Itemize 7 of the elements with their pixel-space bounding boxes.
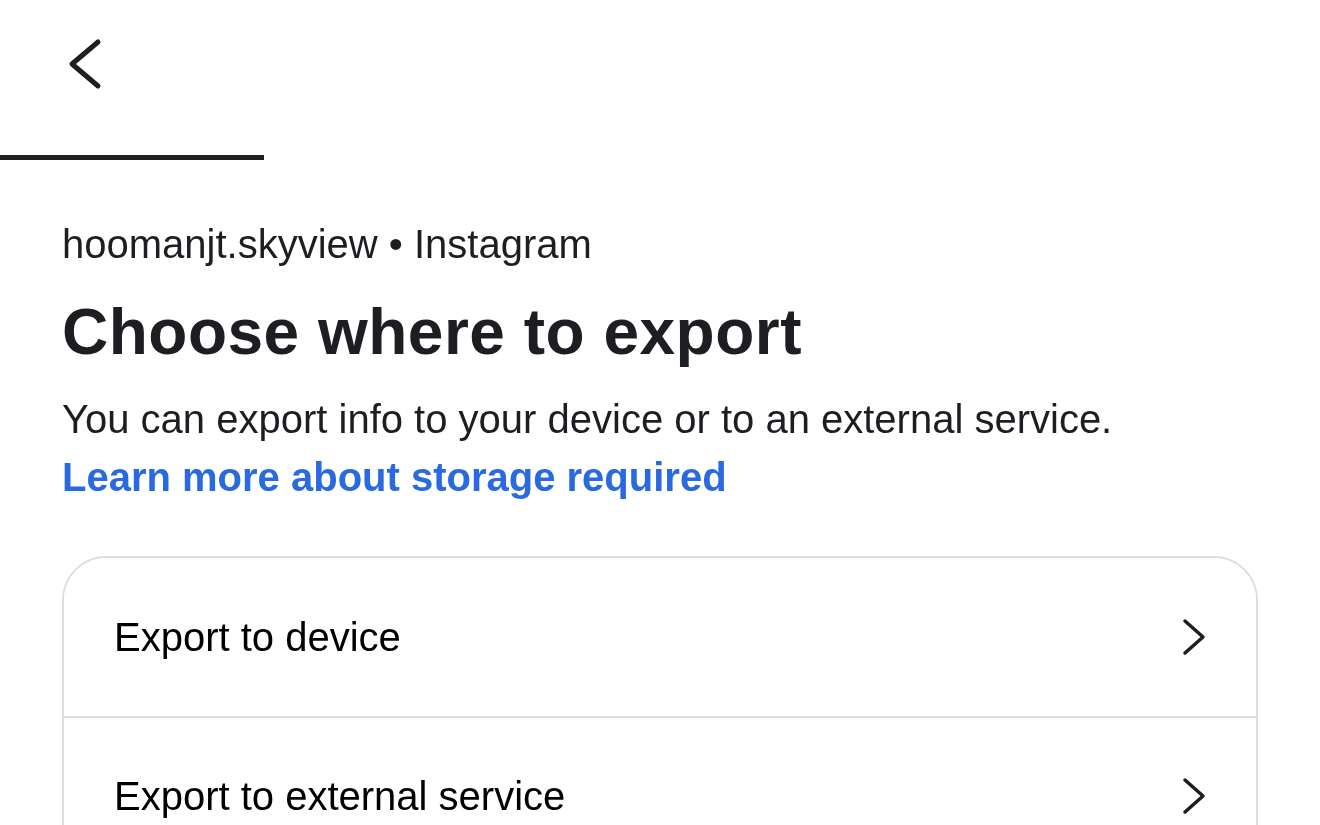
back-icon [66, 38, 102, 90]
chevron-right-icon [1182, 618, 1206, 656]
description-text: You can export info to your device or to an external service. Learn more about storage required [62, 396, 1114, 501]
learn-more-link[interactable]: Learn more about storage required [62, 455, 727, 499]
chevron-right-icon [1182, 777, 1206, 815]
account-label: hoomanjt.skyview • Instagram [62, 221, 593, 268]
page-title: Choose where to export [62, 295, 803, 370]
